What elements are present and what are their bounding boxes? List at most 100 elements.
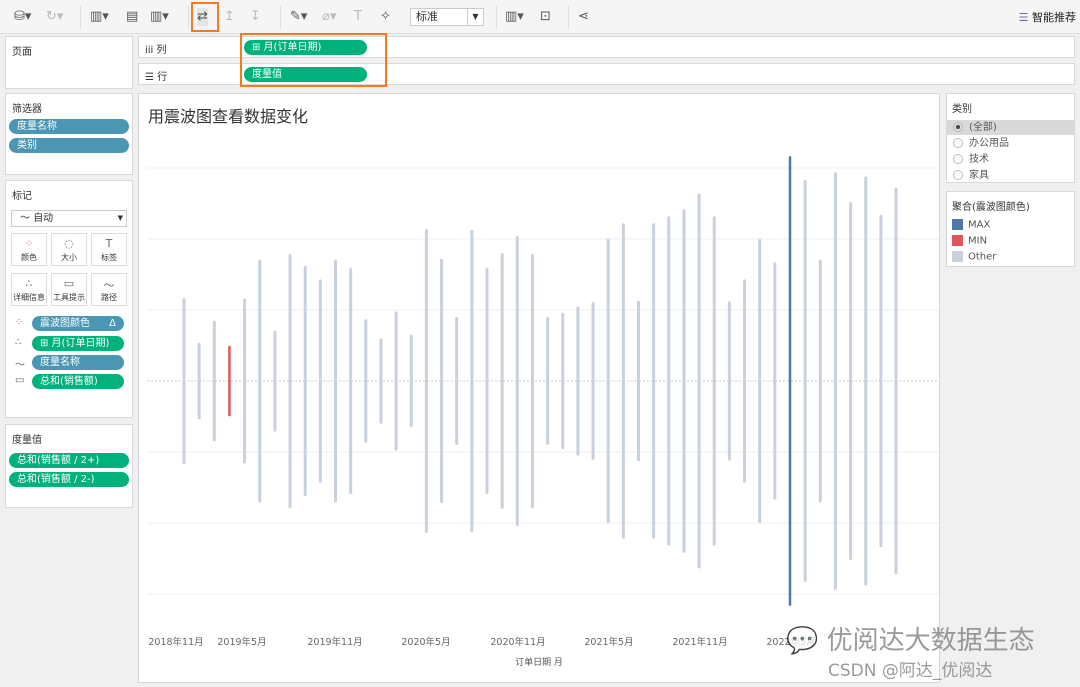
datasource-icon[interactable]: ⛁▾	[14, 8, 31, 26]
chevron-down-icon: ▼	[117, 214, 123, 222]
radio-icon	[953, 122, 963, 132]
marks-field-detail[interactable]: ⊞ 月(订单日期)	[32, 336, 124, 351]
color-icon: ⁘	[24, 237, 34, 250]
category-option[interactable]: 家具	[947, 168, 1074, 183]
smart-recommend-label: 智能推荐	[1032, 11, 1076, 24]
legend-swatch	[952, 235, 963, 246]
color-legend-card: 聚合(震波图颜色) MAX MIN Other	[946, 191, 1075, 267]
size-button[interactable]: ◌ 大小	[51, 233, 87, 266]
detail-button[interactable]: ∴ 详细信息	[11, 273, 47, 306]
path-icon: 〜	[15, 360, 25, 371]
watermark-csdn: CSDN @阿达_优阅达	[828, 661, 993, 681]
category-option-label: 家具	[969, 170, 989, 181]
measure-pill-plus[interactable]: 总和(销售额 / 2+)	[9, 453, 129, 468]
pin-icon[interactable]: ✧	[380, 8, 391, 26]
chart-area: 用震波图查看数据变化 2018年11月 2019年5月 2019年11月 2020年5…	[138, 93, 940, 683]
filter-pill-measure-names[interactable]: 度量名称	[9, 119, 129, 134]
path-icon: 〜	[103, 279, 115, 292]
pages-card[interactable]: 页面	[5, 36, 133, 89]
sort-ascending-icon[interactable]: ↥	[224, 8, 235, 26]
line-icon: 〜	[20, 213, 30, 224]
share-icon[interactable]: ⋖	[578, 8, 589, 26]
fit-select-value: 标准	[416, 10, 438, 23]
new-sheet-icon[interactable]: ▥▾	[90, 8, 109, 26]
filters-title: 筛选器	[12, 104, 42, 115]
tooltip-button[interactable]: ▭ 工具提示	[51, 273, 87, 306]
marks-field-color[interactable]: 震波图颜色 Δ	[32, 316, 124, 331]
group-clip-icon[interactable]: ⌀▾	[322, 8, 336, 26]
filters-card: 筛选器 度量名称 类别	[5, 93, 133, 175]
radio-icon	[953, 154, 963, 164]
x-tick-label: 2020年5月	[401, 637, 451, 648]
show-labels-icon[interactable]: T	[354, 8, 362, 26]
marks-title: 标记	[12, 191, 32, 202]
tooltip-icon: ▭	[15, 375, 25, 386]
smart-recommend-button[interactable]: ☰ 智能推荐	[1019, 9, 1076, 25]
category-filter-card: 类别 (全部) 办公用品技术家具	[946, 93, 1075, 183]
show-me-icon[interactable]: ▥▾	[505, 8, 524, 26]
pages-title: 页面	[12, 47, 32, 58]
sort-descending-icon[interactable]: ↧	[250, 8, 261, 26]
columns-label: iii 列	[145, 45, 167, 56]
detail-icon: ∴	[15, 337, 22, 348]
mark-type-value: 自动	[33, 213, 54, 224]
category-option-label: 办公用品	[969, 138, 1009, 149]
filter-pill-category[interactable]: 类别	[9, 138, 129, 153]
category-option-label: 技术	[969, 154, 989, 165]
recommend-icon: ☰	[1018, 11, 1029, 24]
legend-item[interactable]: Other	[952, 251, 996, 263]
category-option[interactable]: 办公用品	[947, 136, 1074, 151]
x-tick-label: 2019年5月	[217, 637, 267, 648]
color-button[interactable]: ⁘ 颜色	[11, 233, 47, 266]
duplicate-sheet-icon[interactable]: ▤	[126, 8, 138, 26]
path-button[interactable]: 〜路径	[91, 273, 127, 306]
color-legend-title: 聚合(震波图颜色)	[952, 202, 1030, 213]
columns-icon: iii	[145, 45, 154, 56]
x-tick-label: 2019年11月	[307, 637, 363, 648]
refresh-icon[interactable]: ↻▾	[46, 8, 63, 26]
wechat-icon: 💬	[786, 626, 819, 656]
measure-values-card: 度量值 总和(销售额 / 2+) 总和(销售额 / 2-)	[5, 424, 133, 508]
rows-label: ☰ 行	[145, 72, 168, 83]
rows-icon: ☰	[145, 72, 154, 83]
x-tick-label: 2018年11月	[148, 637, 204, 648]
marks-card: 标记 〜 自动 ▼ ⁘ 颜色 ◌ 大小 T 标签 ∴ 详细信息 ▭ 工具提示 〜路径 ⁘ 震…	[5, 180, 133, 418]
category-option[interactable]: 技术	[947, 152, 1074, 167]
legend-item[interactable]: MAX	[952, 219, 990, 231]
legend-label: MAX	[968, 219, 991, 231]
legend-swatch	[952, 219, 963, 230]
category-option[interactable]: (全部)	[947, 120, 1074, 135]
swap-rows-columns-icon[interactable]: ⇄	[197, 8, 208, 26]
marks-field-path[interactable]: 度量名称	[32, 355, 124, 370]
legend-item[interactable]: MIN	[952, 235, 987, 247]
presentation-icon[interactable]: ⊡	[540, 8, 551, 26]
highlight-shelves	[240, 33, 387, 87]
fit-select[interactable]: 标准 ▼	[410, 8, 484, 26]
category-option-label: (全部)	[969, 122, 997, 133]
marks-field-tooltip[interactable]: 总和(销售额)	[32, 374, 124, 389]
watermark-logo: 💬 优阅达大数据生态	[786, 626, 1035, 656]
measure-pill-minus[interactable]: 总和(销售额 / 2-)	[9, 472, 129, 487]
radio-icon	[953, 170, 963, 180]
radio-icon	[953, 138, 963, 148]
x-tick-label: 2021年11月	[672, 637, 728, 648]
tooltip-icon: ▭	[63, 277, 75, 290]
color-icon: ⁘	[15, 317, 24, 328]
measure-values-title: 度量值	[12, 435, 42, 446]
legend-label: MIN	[968, 235, 988, 247]
detail-icon: ∴	[25, 277, 33, 290]
mark-type-select[interactable]: 〜 自动 ▼	[11, 210, 127, 227]
toolbar: ⛁▾ ↻▾ ▥▾ ▤ ▥▾ ⇄ ↥ ↧ ✎▾ ⌀▾ T ✧ 标准 ▼ ▥▾ ⊡ ⋖…	[0, 0, 1080, 34]
label-icon: T	[105, 237, 113, 250]
x-tick-label: 2021年5月	[584, 637, 634, 648]
size-icon: ◌	[64, 237, 74, 250]
category-filter-title: 类别	[952, 104, 972, 115]
legend-label: Other	[968, 251, 997, 263]
highlight-pen-icon[interactable]: ✎▾	[290, 8, 307, 26]
legend-swatch	[952, 251, 963, 262]
chart-svg	[147, 156, 939, 606]
x-tick-label: 2020年11月	[490, 637, 546, 648]
chevron-down-icon: ▼	[467, 9, 483, 25]
clear-sheet-icon[interactable]: ▥▾	[150, 8, 169, 26]
label-button[interactable]: T 标签	[91, 233, 127, 266]
